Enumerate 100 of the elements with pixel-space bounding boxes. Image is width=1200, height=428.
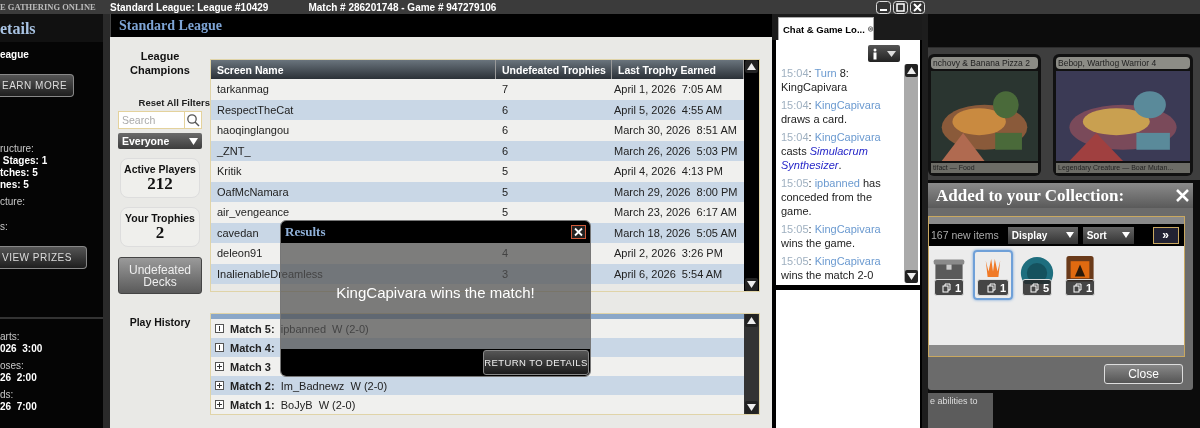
info-label: s: bbox=[0, 221, 9, 232]
table-cell: cavedan bbox=[217, 226, 259, 239]
scroll-up-button[interactable] bbox=[904, 64, 918, 77]
table-cell: _ZNT_ bbox=[217, 144, 251, 157]
info-menu-button[interactable] bbox=[868, 45, 900, 62]
table-cell: 5 bbox=[502, 206, 509, 219]
expand-icon[interactable] bbox=[215, 362, 224, 371]
info-label: cture: bbox=[0, 196, 26, 207]
stat-value: 212 bbox=[147, 175, 173, 193]
column-header[interactable]: Last Trophy Earned bbox=[612, 60, 744, 79]
search-button[interactable] bbox=[184, 111, 202, 129]
caret-icon bbox=[886, 50, 896, 57]
play-history-label: Play History bbox=[129, 316, 191, 328]
count-badge: 5 bbox=[1022, 279, 1052, 296]
column-header[interactable]: Undefeated Trophies bbox=[496, 60, 612, 79]
log-message: 15:04: KingCapivara draws a card. bbox=[781, 98, 882, 126]
card-name: nchovy & Banana Pizza 2 bbox=[931, 57, 1038, 69]
caret-icon bbox=[189, 137, 198, 145]
column-header[interactable]: Screen Name bbox=[211, 60, 496, 79]
count-badge: 1 bbox=[977, 279, 1009, 296]
match-entry[interactable]: Match 1: BoJyB W (2-0) bbox=[230, 398, 356, 411]
info-label: oses: bbox=[0, 360, 25, 371]
caret-icon bbox=[1121, 232, 1130, 238]
info-value: Stages: 1 bbox=[1, 155, 49, 166]
stat-label: Active Players bbox=[124, 163, 196, 175]
table-cell: March 18, 2026 5:05 AM bbox=[614, 226, 737, 239]
expand-icon[interactable] bbox=[215, 381, 224, 390]
info-label: ds: bbox=[0, 389, 15, 400]
sort-dropdown[interactable]: Sort bbox=[1082, 226, 1134, 244]
scroll-down-button[interactable] bbox=[745, 401, 758, 414]
app-title: E GATHERING ONLINE bbox=[0, 2, 96, 12]
scroll-down-button[interactable] bbox=[904, 270, 918, 283]
scroll-down-button[interactable] bbox=[745, 278, 758, 291]
log-message: 15:05: ipbanned has conceded from the game. bbox=[781, 176, 882, 218]
display-dropdown[interactable]: Display bbox=[1007, 226, 1078, 244]
table-cell: air_vengeance bbox=[217, 206, 290, 219]
table-cell: 7 bbox=[502, 83, 509, 96]
scroll-up-button[interactable] bbox=[745, 60, 758, 73]
table-cell: RespectTheCat bbox=[217, 103, 294, 116]
collection-item[interactable]: 1 bbox=[973, 250, 1013, 300]
info-value: 026 3:00 bbox=[0, 343, 44, 354]
info-value: tches: 5 bbox=[0, 167, 39, 178]
maximize-icon[interactable] bbox=[893, 0, 908, 14]
card-name: Bebop, Warthog Warrior 4 bbox=[1056, 57, 1190, 69]
match-title: Match # 286201748 - Game # 947279106 bbox=[308, 1, 497, 13]
log-message: 15:04: Turn 8: KingCapivara bbox=[781, 66, 850, 94]
scroll-up-button[interactable] bbox=[745, 314, 758, 327]
search-field[interactable]: Search bbox=[118, 111, 184, 129]
table-cell: April 6, 2026 5:54 AM bbox=[614, 267, 723, 280]
filter-dropdown[interactable]: Everyone bbox=[118, 133, 202, 149]
table-cell: OafMcNamara bbox=[217, 185, 289, 198]
close-icon[interactable] bbox=[571, 225, 586, 239]
info-label: ructure: bbox=[0, 143, 35, 154]
table-cell: March 26, 2026 5:03 PM bbox=[614, 144, 738, 157]
collection-item[interactable]: 5 bbox=[1018, 250, 1056, 300]
table-cell: April 1, 2026 7:05 AM bbox=[614, 83, 723, 96]
log-message: 15:04: KingCapivara casts Simulacrum Synthesizer. bbox=[781, 130, 882, 172]
table-cell: 6 bbox=[502, 103, 509, 116]
table-cell: 4 bbox=[502, 247, 509, 260]
table-cell: haoqinglangou bbox=[217, 124, 290, 137]
champions-label: League Champions bbox=[129, 49, 191, 77]
reset-filters-link[interactable]: Reset All Filters bbox=[138, 97, 210, 108]
undefeated-decks-button[interactable]: Undefeated Decks bbox=[118, 257, 202, 294]
panel-button[interactable]: VIEW PRIZES bbox=[0, 246, 87, 269]
panel-button[interactable]: EARN MORE bbox=[0, 74, 75, 97]
table-cell: 5 bbox=[502, 185, 509, 198]
table-cell: March 30, 2026 8:51 AM bbox=[614, 124, 737, 137]
popup-title: Added to your Collection: bbox=[936, 185, 1125, 206]
close-button[interactable]: Close bbox=[1104, 363, 1183, 384]
next-button[interactable]: » bbox=[1152, 226, 1179, 244]
table-cell: April 4, 2026 4:13 PM bbox=[614, 165, 723, 178]
stat-value: 2 bbox=[155, 224, 165, 242]
info-value: nes: 5 bbox=[0, 179, 30, 190]
collection-item[interactable]: 1 bbox=[930, 250, 968, 300]
card-text: e abilities to bbox=[928, 393, 993, 428]
table-cell: April 2, 2026 3:26 PM bbox=[614, 247, 723, 260]
table-cell: deleon91 bbox=[217, 247, 263, 260]
collapse-icon[interactable] bbox=[215, 343, 224, 352]
table-cell: tarkanmag bbox=[217, 83, 269, 96]
minimize-icon[interactable] bbox=[876, 0, 891, 14]
collapse-icon[interactable] bbox=[215, 324, 224, 333]
match-entry[interactable]: Match 3 bbox=[230, 360, 271, 373]
info-value: eague bbox=[0, 49, 30, 60]
match-entry[interactable]: Match 5: ipbanned W (2-0) bbox=[230, 322, 369, 335]
count-badge: 1 bbox=[1065, 279, 1095, 296]
table-cell: 6 bbox=[502, 144, 509, 157]
item-count: 167 new items bbox=[931, 229, 999, 241]
panel-title: etails bbox=[0, 14, 103, 42]
table-cell: Kritik bbox=[217, 165, 242, 178]
result-message: KingCapivara wins the match! bbox=[336, 283, 535, 301]
table-cell: April 5, 2026 4:55 AM bbox=[614, 103, 723, 116]
collection-item[interactable]: 1 bbox=[1061, 250, 1099, 300]
table-cell: 5 bbox=[502, 165, 509, 178]
expand-icon[interactable] bbox=[215, 400, 224, 409]
return-button[interactable]: RETURN TO DETAILS bbox=[483, 350, 589, 375]
info-value: 26 2:00 bbox=[0, 372, 38, 383]
chat-tab[interactable]: Chat & Game Lo... bbox=[778, 17, 874, 40]
caret-icon bbox=[1065, 232, 1074, 238]
match-entry[interactable]: Match 4: bbox=[230, 341, 275, 354]
info-icon bbox=[872, 47, 879, 60]
